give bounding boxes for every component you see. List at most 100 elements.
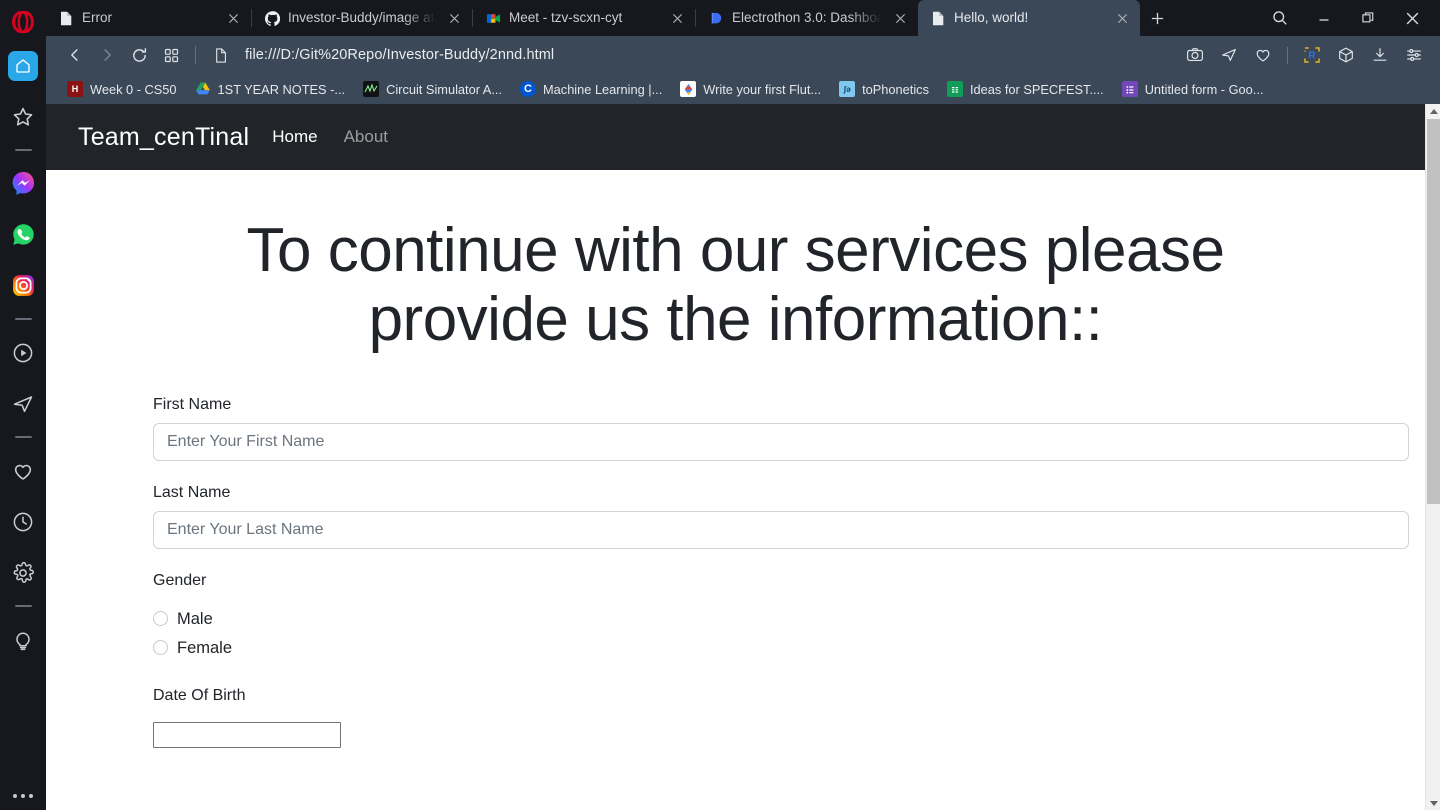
sidebar-item-settings[interactable] xyxy=(0,547,46,598)
forward-button[interactable] xyxy=(92,41,122,69)
back-button[interactable] xyxy=(60,41,90,69)
first-name-label: First Name xyxy=(153,395,232,413)
svg-text:R: R xyxy=(1308,51,1315,62)
scroll-up-arrow[interactable] xyxy=(1426,104,1440,119)
google-sheets-icon xyxy=(946,81,963,97)
close-icon[interactable] xyxy=(890,8,910,28)
play-circle-icon xyxy=(11,341,35,365)
bookmark-ideas-specfest[interactable]: Ideas for SPECFEST.... xyxy=(938,77,1113,101)
bookmark-flutter-codelab[interactable]: Write your first Flut... xyxy=(671,77,830,101)
instagram-icon xyxy=(11,273,36,298)
telegram-icon xyxy=(11,392,35,416)
google-drive-icon xyxy=(195,81,211,97)
google-forms-icon xyxy=(1121,81,1138,97)
close-icon[interactable] xyxy=(667,8,687,28)
page-viewport: Team_cenTinal Home About To continue wit… xyxy=(46,104,1440,810)
bookmark-untitled-form[interactable]: Untitled form - Goo... xyxy=(1113,77,1273,101)
document-icon xyxy=(58,10,74,26)
sidebar-item-instagram[interactable] xyxy=(0,260,46,311)
tab-electrothon[interactable]: Electrothon 3.0: Dashboard xyxy=(696,0,918,36)
sidebar-item-player[interactable] xyxy=(0,327,46,378)
radio-option-male[interactable]: Male xyxy=(153,604,1347,633)
field-last-name: Last Name xyxy=(153,483,1409,550)
dob-label: Date Of Birth xyxy=(153,687,246,705)
send-flow-icon[interactable] xyxy=(1213,41,1245,69)
radio-option-female[interactable]: Female xyxy=(153,633,1347,662)
last-name-input[interactable] xyxy=(153,511,1409,550)
close-icon[interactable] xyxy=(444,8,464,28)
site-brand[interactable]: Team_cenTinal xyxy=(62,123,259,152)
snapshot-icon[interactable] xyxy=(1179,41,1211,69)
sidebar-item-tips[interactable] xyxy=(0,614,46,665)
restore-icon[interactable] xyxy=(1346,0,1390,36)
heart-icon xyxy=(11,459,35,483)
new-tab-button[interactable] xyxy=(1140,0,1174,36)
url-text: file:///D:/Git%20Repo/Investor-Buddy/2nn… xyxy=(245,47,555,63)
tab-title: Electrothon 3.0: Dashboard xyxy=(732,10,882,25)
cs50-icon: H xyxy=(67,81,83,97)
github-icon xyxy=(264,10,280,26)
nav-link-about[interactable]: About xyxy=(331,121,401,153)
sidebar-item-pinboard[interactable] xyxy=(0,445,46,496)
opera-logo-icon xyxy=(0,4,46,40)
bookmark-tophonetics[interactable]: ʃə toPhonetics xyxy=(830,77,938,101)
radio-female-icon[interactable] xyxy=(153,640,168,656)
page-scrollbar[interactable] xyxy=(1425,104,1440,810)
browser-main-area: Error Investor-Buddy/image at m Meet - t… xyxy=(46,0,1440,810)
close-icon[interactable] xyxy=(1112,8,1132,28)
sidebar-item-favorites[interactable] xyxy=(0,91,46,142)
bookmark-label: Circuit Simulator A... xyxy=(386,81,503,97)
sidebar-item-home[interactable] xyxy=(0,40,46,91)
google-meet-icon xyxy=(485,10,501,26)
window-controls xyxy=(1258,0,1440,36)
search-icon[interactable] xyxy=(1258,0,1302,36)
tab-investor-buddy[interactable]: Investor-Buddy/image at m xyxy=(252,0,472,36)
easy-setup-icon[interactable] xyxy=(1398,41,1430,69)
sidebar-more-icon[interactable] xyxy=(13,794,33,798)
dob-input[interactable] xyxy=(153,721,341,748)
minimize-icon[interactable] xyxy=(1302,0,1346,36)
lightbulb-icon xyxy=(11,628,35,652)
scrollbar-thumb[interactable] xyxy=(1427,119,1440,504)
tab-overview-button[interactable] xyxy=(156,41,186,69)
tab-title: Hello, world! xyxy=(954,10,1029,25)
page-content: To continue with our services please pro… xyxy=(46,170,1425,810)
sidebar-divider-3 xyxy=(0,429,46,445)
tab-meet[interactable]: Meet - tzv-scxn-cyt xyxy=(473,0,695,36)
r-extension-icon[interactable]: R xyxy=(1296,41,1328,69)
close-icon[interactable] xyxy=(1390,0,1434,36)
bookmark-1st-year-notes[interactable]: 1ST YEAR NOTES -... xyxy=(186,77,355,101)
bookmark-circuit-simulator[interactable]: Circuit Simulator A... xyxy=(354,77,511,101)
sidebar-item-history[interactable] xyxy=(0,496,46,547)
bookmark-label: Write your first Flut... xyxy=(703,81,822,97)
page-title: To continue with our services please pro… xyxy=(246,216,1225,355)
close-icon[interactable] xyxy=(223,8,243,28)
address-bar[interactable]: file:///D:/Git%20Repo/Investor-Buddy/2nn… xyxy=(205,41,1177,69)
whatsapp-icon xyxy=(11,222,36,247)
bookmark-machine-learning[interactable]: C Machine Learning |... xyxy=(511,77,671,101)
sidebar-item-telegram[interactable] xyxy=(0,378,46,429)
scroll-down-arrow[interactable] xyxy=(1426,795,1440,810)
bookmark-cs50[interactable]: H Week 0 - CS50 xyxy=(58,77,186,101)
bookmarks-bar: H Week 0 - CS50 1ST YEAR NOTES -... Circ… xyxy=(46,74,1440,104)
sidebar-divider-2 xyxy=(0,311,46,327)
tab-error[interactable]: Error xyxy=(46,0,251,36)
toolbar-divider xyxy=(1287,46,1288,64)
heart-icon[interactable] xyxy=(1247,41,1279,69)
tab-title: Meet - tzv-scxn-cyt xyxy=(509,10,623,25)
nav-link-home[interactable]: Home xyxy=(259,121,330,153)
sidebar-item-whatsapp[interactable] xyxy=(0,209,46,260)
circuit-simulator-icon xyxy=(363,81,380,97)
radio-male-icon[interactable] xyxy=(153,611,168,627)
electrothon-icon xyxy=(708,10,724,26)
field-first-name: First Name xyxy=(153,395,1409,462)
last-name-label: Last Name xyxy=(153,484,231,502)
first-name-input[interactable] xyxy=(153,423,1409,462)
bookmark-label: Machine Learning |... xyxy=(543,81,663,97)
cube-extension-icon[interactable] xyxy=(1330,41,1362,69)
downloads-icon[interactable] xyxy=(1364,41,1396,69)
reload-button[interactable] xyxy=(124,41,154,69)
clock-icon xyxy=(11,510,35,534)
sidebar-item-messenger[interactable] xyxy=(0,158,46,209)
tab-hello-world[interactable]: Hello, world! xyxy=(918,0,1140,36)
